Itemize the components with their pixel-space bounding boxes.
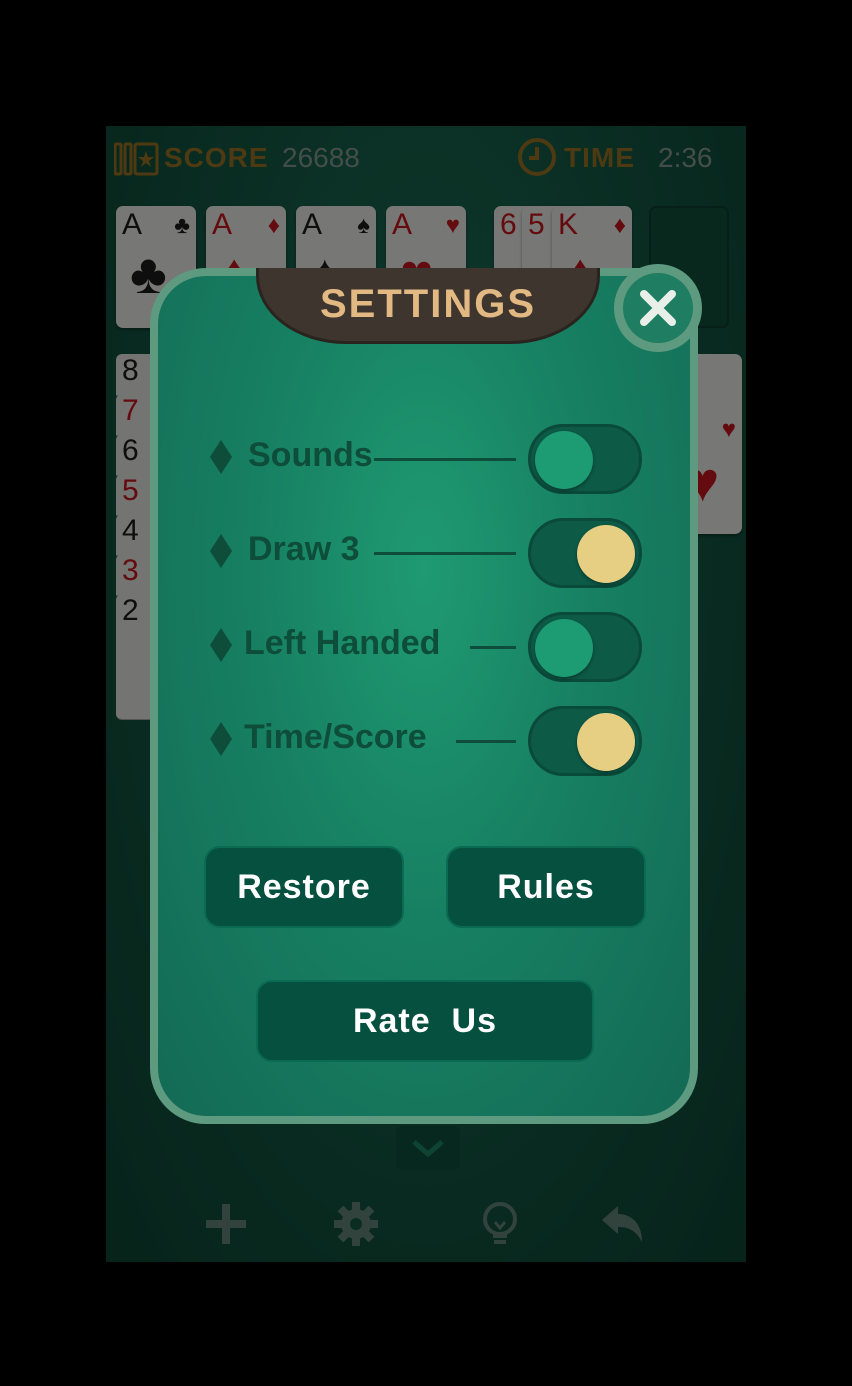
rules-button[interactable]: Rules: [446, 846, 646, 928]
rate-us-button[interactable]: Rate Us: [256, 980, 594, 1062]
toggle-knob: [535, 431, 593, 489]
close-icon: [640, 290, 676, 326]
diamond-icon: [210, 628, 232, 662]
diamond-icon: [210, 440, 232, 474]
divider-line: [456, 740, 516, 743]
divider-line: [470, 646, 516, 649]
settings-title-tab: SETTINGS: [256, 268, 600, 344]
left-handed-toggle[interactable]: [528, 612, 642, 682]
divider-line: [374, 458, 516, 461]
setting-left-handed: Left Handed: [158, 612, 706, 682]
diamond-icon: [210, 722, 232, 756]
settings-title: SETTINGS: [319, 282, 537, 326]
setting-label: Draw 3: [248, 530, 360, 568]
setting-label: Sounds: [248, 436, 373, 474]
setting-label: Time/Score: [244, 718, 427, 756]
toggle-knob: [535, 619, 593, 677]
setting-sounds: Sounds: [158, 424, 706, 494]
draw-3-toggle[interactable]: [528, 518, 642, 588]
setting-time-score: Time/Score: [158, 706, 706, 776]
diamond-icon: [210, 534, 232, 568]
setting-label: Left Handed: [244, 624, 441, 662]
settings-dialog: SETTINGS Sounds Draw 3 Left Handed Time/…: [150, 268, 698, 1124]
toggle-knob: [577, 713, 635, 771]
restore-button[interactable]: Restore: [204, 846, 404, 928]
sounds-toggle[interactable]: [528, 424, 642, 494]
close-button-inner: [623, 273, 693, 343]
toggle-knob: [577, 525, 635, 583]
divider-line: [374, 552, 516, 555]
setting-draw-3: Draw 3: [158, 518, 706, 588]
time-score-toggle[interactable]: [528, 706, 642, 776]
close-button[interactable]: [614, 264, 702, 352]
screen: SCORE 26688 TIME 2:36 A ♣ ♣ A ♦ ♦ A ♠ ♠ …: [0, 0, 852, 1386]
